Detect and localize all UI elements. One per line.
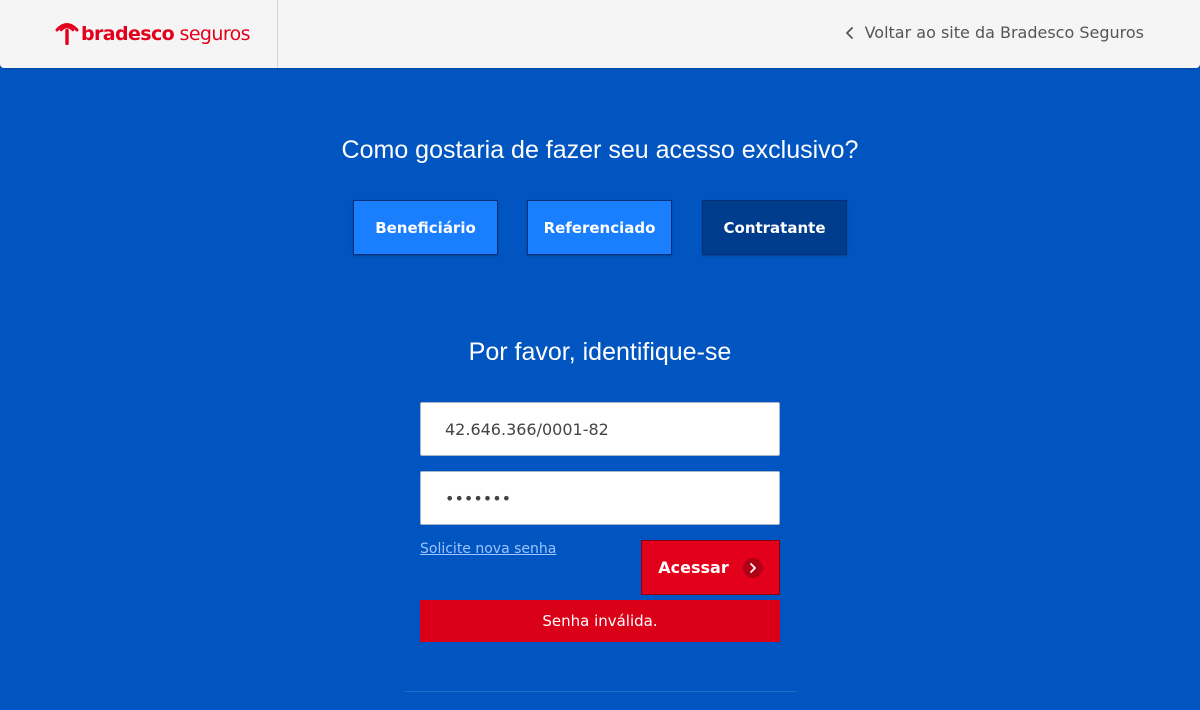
access-question: Como gostaria de fazer seu acesso exclus… xyxy=(341,136,859,164)
divider xyxy=(405,691,797,692)
chevron-right-icon xyxy=(742,557,763,578)
chevron-left-icon xyxy=(845,26,853,39)
password-value: ••••••• xyxy=(445,488,512,508)
acessar-label: Acessar xyxy=(658,558,729,577)
identify-title: Por favor, identifique-se xyxy=(468,338,732,366)
acessar-button[interactable]: Acessar xyxy=(641,540,780,595)
logo-text: bradesco seguros xyxy=(81,23,251,45)
bradesco-seguros-logo[interactable]: bradesco seguros xyxy=(55,18,251,50)
cnpj-value: 42.646.366/0001-82 xyxy=(445,419,609,439)
cnpj-input[interactable]: 42.646.366/0001-82 xyxy=(420,402,780,456)
bradesco-logo-icon xyxy=(55,23,79,45)
referenciado-button[interactable]: Referenciado xyxy=(527,200,672,255)
forgot-password-link[interactable]: Solicite nova senha xyxy=(420,541,556,557)
error-message: Senha inválida. xyxy=(420,600,780,642)
back-link-label: Voltar ao site da Bradesco Seguros xyxy=(864,23,1144,42)
logo-area: bradesco seguros xyxy=(0,0,278,68)
password-input[interactable]: ••••••• xyxy=(420,471,780,525)
top-bar: bradesco seguros Voltar ao site da Brade… xyxy=(0,0,1200,68)
contratante-button[interactable]: Contratante xyxy=(702,200,847,255)
beneficiario-button[interactable]: Beneficiário xyxy=(353,200,498,255)
back-to-site-link[interactable]: Voltar ao site da Bradesco Seguros xyxy=(843,23,1144,42)
